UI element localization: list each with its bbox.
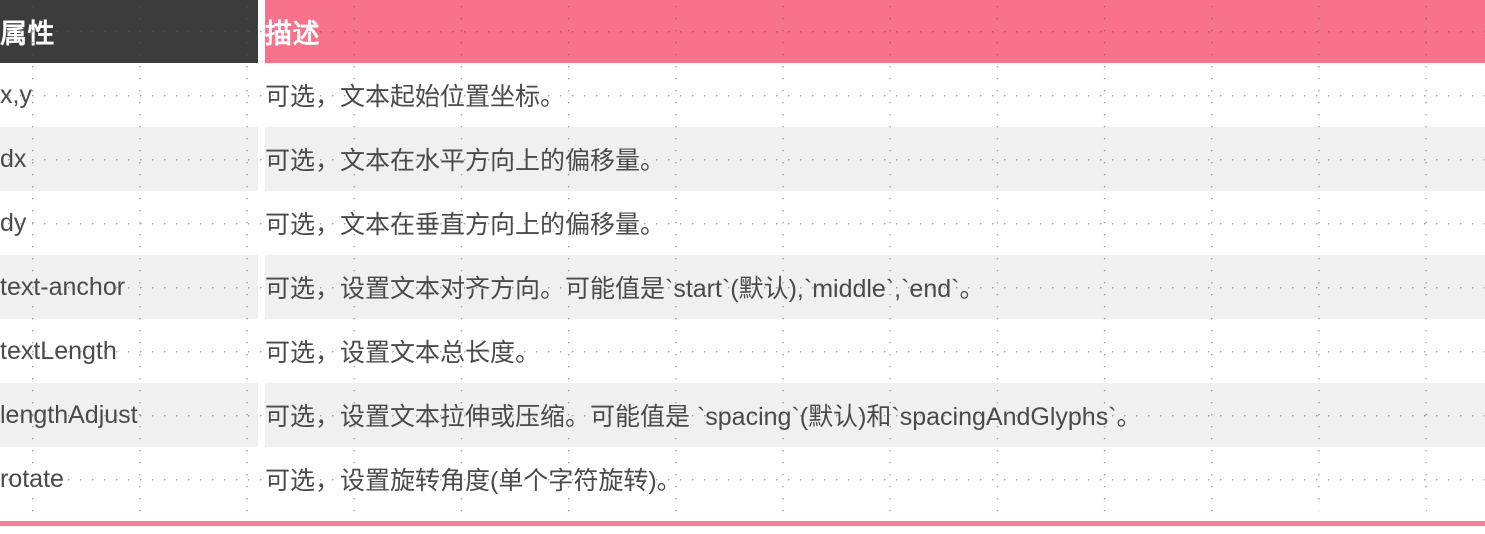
cell-description: 可选，文本起始位置坐标。 <box>265 63 1485 127</box>
svg-text-attributes-table: 属性 描述 x,y 可选，文本起始位置坐标。 dx 可选，文本在水平方向上的偏移… <box>0 0 1485 511</box>
cell-attribute: dx <box>0 127 258 191</box>
table-header: 属性 描述 <box>0 0 1485 63</box>
cell-attribute: rotate <box>0 447 258 511</box>
attributes-table-container: 属性 描述 x,y 可选，文本起始位置坐标。 dx 可选，文本在水平方向上的偏移… <box>0 0 1485 534</box>
column-header-description: 描述 <box>265 0 1485 63</box>
cell-attribute: textLength <box>0 319 258 383</box>
cell-gap <box>258 63 265 127</box>
cell-description: 可选，设置文本拉伸或压缩。可能值是 `spacing`(默认)和`spacing… <box>265 383 1485 447</box>
cell-gap <box>258 319 265 383</box>
table-row: textLength 可选，设置文本总长度。 <box>0 319 1485 383</box>
column-header-attribute: 属性 <box>0 0 258 63</box>
cell-description: 可选，设置文本对齐方向。可能值是`start`(默认),`middle`,`en… <box>265 255 1485 319</box>
table-row: dy 可选，文本在垂直方向上的偏移量。 <box>0 191 1485 255</box>
cell-description: 可选，文本在垂直方向上的偏移量。 <box>265 191 1485 255</box>
cell-attribute: text-anchor <box>0 255 258 319</box>
cell-attribute: lengthAdjust <box>0 383 258 447</box>
cell-gap <box>258 127 265 191</box>
cell-gap <box>258 447 265 511</box>
cell-gap <box>258 383 265 447</box>
source-watermark: https://blog.csdn.net/javaScript1997 <box>1226 502 1475 519</box>
column-gap-header <box>258 0 265 63</box>
cell-description: 可选，文本在水平方向上的偏移量。 <box>265 127 1485 191</box>
table-row: dx 可选，文本在水平方向上的偏移量。 <box>0 127 1485 191</box>
table-row: x,y 可选，文本起始位置坐标。 <box>0 63 1485 127</box>
cell-gap <box>258 255 265 319</box>
table-row: text-anchor 可选，设置文本对齐方向。可能值是`start`(默认),… <box>0 255 1485 319</box>
cell-gap <box>258 191 265 255</box>
table-row: lengthAdjust 可选，设置文本拉伸或压缩。可能值是 `spacing`… <box>0 383 1485 447</box>
cell-description: 可选，设置文本总长度。 <box>265 319 1485 383</box>
cell-attribute: x,y <box>0 63 258 127</box>
bottom-accent-rule <box>0 521 1485 526</box>
table-body: x,y 可选，文本起始位置坐标。 dx 可选，文本在水平方向上的偏移量。 dy … <box>0 63 1485 511</box>
table-header-row: 属性 描述 <box>0 0 1485 63</box>
cell-attribute: dy <box>0 191 258 255</box>
